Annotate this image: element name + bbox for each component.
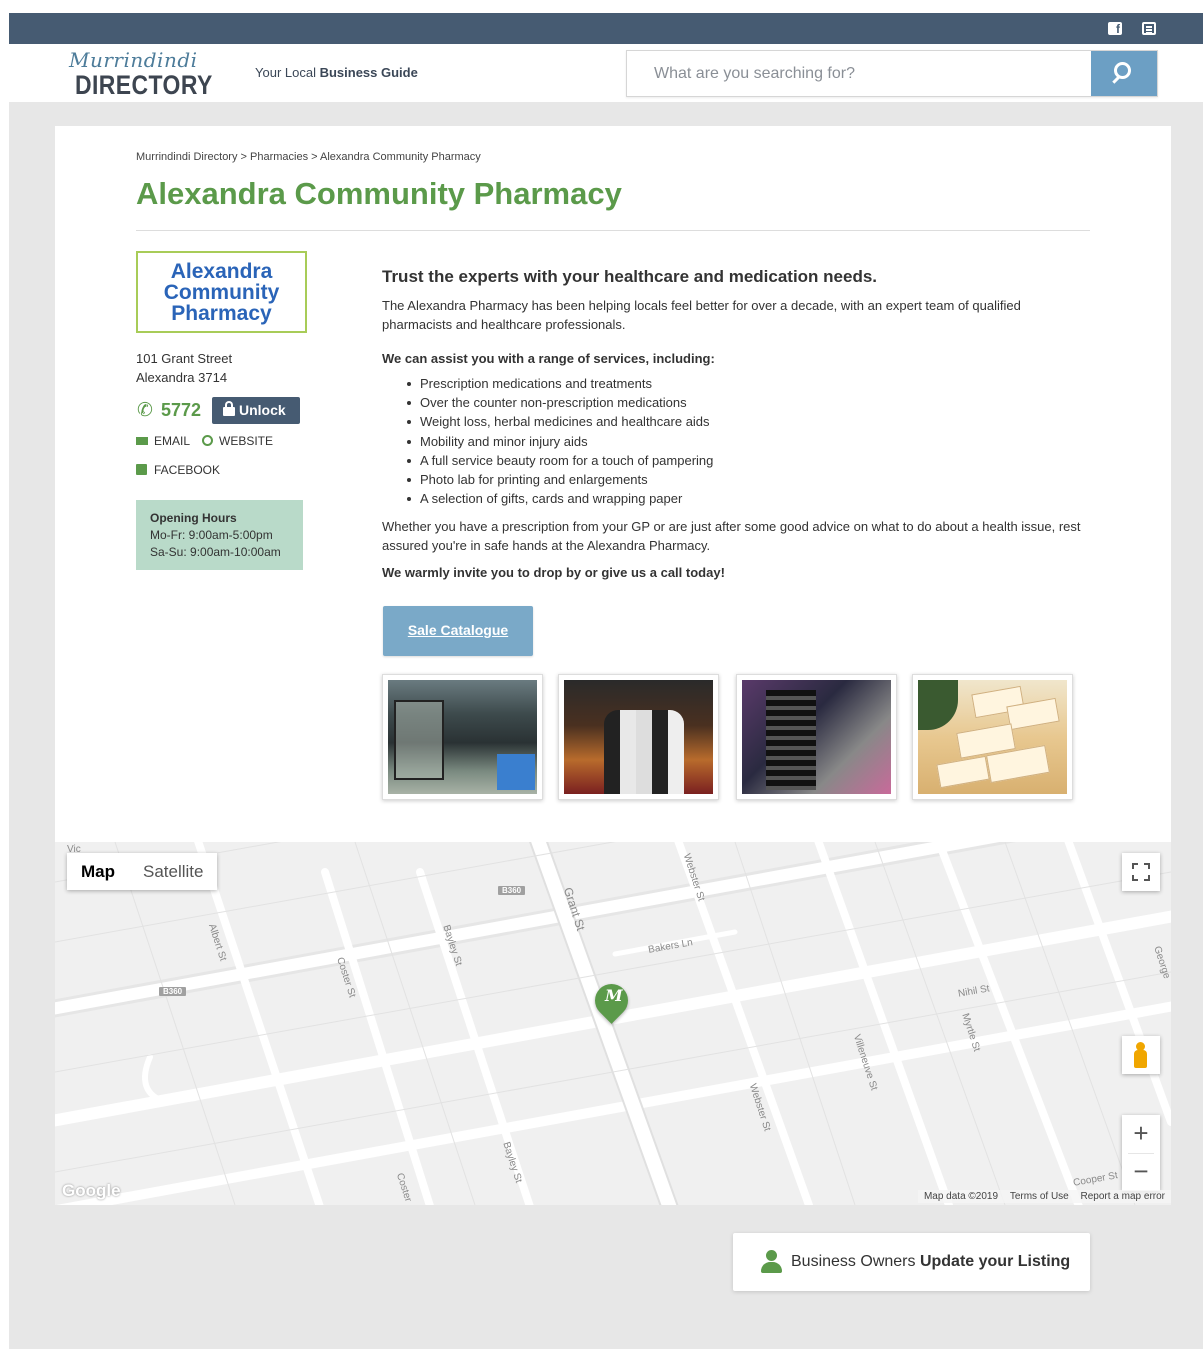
tagline: Your Local Business Guide xyxy=(255,65,418,80)
divider xyxy=(136,230,1090,231)
address-suburb: Alexandra 3714 xyxy=(136,370,228,385)
address: 101 Grant Street Alexandra 3714 xyxy=(136,349,232,387)
website-link[interactable]: WEBSITE xyxy=(202,434,273,448)
map-type-satellite-button[interactable]: Satellite xyxy=(129,853,217,890)
phone-icon: ✆ xyxy=(137,400,153,421)
address-street: 101 Grant Street xyxy=(136,351,233,366)
map-attribution: Map data ©2019 Terms of Use Report a map… xyxy=(917,1190,1171,1203)
logo-script-text: Murrindindi xyxy=(69,48,198,72)
tagline-prefix: Your Local xyxy=(255,65,316,80)
list-item: Photo lab for printing and enlargements xyxy=(404,470,1092,489)
page: f Murrindindi DIRECTORY Your Local Busin… xyxy=(9,13,1203,1349)
map[interactable]: Grant St Webster St Webster St Bakers Ln… xyxy=(55,842,1171,1205)
top-bar: f xyxy=(9,13,1203,44)
description-lead: Trust the experts with your healthcare a… xyxy=(382,267,878,286)
logo-line: Alexandra xyxy=(170,260,273,283)
globe-icon xyxy=(202,435,213,447)
sale-catalogue-button[interactable]: Sale Catalogue xyxy=(383,606,533,656)
facebook-link[interactable]: FACEBOOK xyxy=(136,463,220,477)
facebook-icon xyxy=(136,464,147,476)
description-intro: The Alexandra Pharmacy has been helping … xyxy=(382,298,1021,332)
search-input[interactable] xyxy=(627,51,1091,96)
envelope-icon xyxy=(136,436,148,445)
services-heading: We can assist you with a range of servic… xyxy=(382,351,715,366)
logo-main-text: DIRECTORY xyxy=(75,70,213,100)
description-invite: We warmly invite you to drop by or give … xyxy=(382,565,725,581)
lock-icon xyxy=(223,401,235,416)
fullscreen-button[interactable] xyxy=(1122,853,1160,891)
zoom-out-button[interactable]: − xyxy=(1122,1153,1160,1191)
search-bar xyxy=(626,50,1158,97)
route-shield: B360 xyxy=(498,886,526,895)
newsletter-icon[interactable] xyxy=(1142,22,1156,35)
map-marker-letter: M xyxy=(605,986,623,1005)
tissues-photo xyxy=(918,680,1067,794)
tagline-bold: Business Guide xyxy=(319,65,418,80)
facebook-icon[interactable]: f xyxy=(1108,22,1122,36)
hours-weekend: Sa-Su: 9:00am-10:00am xyxy=(150,545,281,559)
list-item: Prescription medications and treatments xyxy=(404,374,1092,393)
site-header: Murrindindi DIRECTORY Your Local Busines… xyxy=(9,44,1203,102)
gallery-thumbnail[interactable] xyxy=(912,674,1073,800)
shelves-photo xyxy=(742,680,891,794)
logo-line: Community xyxy=(163,281,280,304)
listing-card: Murrindindi Directory > Pharmacies > Ale… xyxy=(55,126,1171,842)
staff-photo xyxy=(564,680,713,794)
logo-line: Pharmacy xyxy=(171,302,272,325)
website-label: WEBSITE xyxy=(219,434,274,448)
report-map-error-link[interactable]: Report a map error xyxy=(1081,1191,1165,1202)
email-link[interactable]: EMAIL xyxy=(136,434,190,448)
street-view-pegman[interactable] xyxy=(1122,1036,1160,1074)
owner-cta-bold: Update your Listing xyxy=(919,1253,1071,1270)
owner-cta-prefix: Business Owners xyxy=(791,1253,916,1270)
search-button[interactable] xyxy=(1091,51,1157,96)
opening-hours: Opening Hours Mo-Fr: 9:00am-5:00pm Sa-Su… xyxy=(136,500,303,570)
description: Trust the experts with your healthcare a… xyxy=(382,267,1092,580)
terms-of-use-link[interactable]: Terms of Use xyxy=(1010,1191,1069,1202)
map-type-map-button[interactable]: Map xyxy=(67,853,129,890)
zoom-control: + − xyxy=(1122,1115,1160,1191)
phone-number: 5772 xyxy=(161,400,202,420)
list-item: Mobility and minor injury aids xyxy=(404,432,1092,451)
map-type-control: Map Satellite xyxy=(67,853,218,890)
site-logo[interactable]: Murrindindi DIRECTORY xyxy=(69,48,212,100)
storefront-photo xyxy=(388,680,537,794)
unlock-phone-button[interactable]: Unlock xyxy=(212,397,300,424)
hours-weekday: Mo-Fr: 9:00am-5:00pm xyxy=(150,528,273,542)
list-item: Over the counter non-prescription medica… xyxy=(404,393,1092,412)
unlock-label: Unlock xyxy=(239,402,286,418)
list-item: A full service beauty room for a touch o… xyxy=(404,451,1092,470)
gallery-thumbnail[interactable] xyxy=(382,674,543,800)
email-label: EMAIL xyxy=(154,434,191,448)
breadcrumb[interactable]: Murrindindi Directory > Pharmacies > Ale… xyxy=(136,151,481,163)
description-closing: Whether you have a prescription from you… xyxy=(382,519,1081,554)
update-listing-button[interactable]: Business Owners Update your Listing xyxy=(733,1233,1090,1291)
map-data-credit: Map data ©2019 xyxy=(923,1191,999,1202)
map-streets xyxy=(55,842,1171,1205)
list-item: A selection of gifts, cards and wrapping… xyxy=(404,489,1092,508)
google-logo[interactable]: Google xyxy=(62,1181,121,1201)
zoom-in-button[interactable]: + xyxy=(1122,1115,1160,1153)
list-item: Weight loss, herbal medicines and health… xyxy=(404,412,1092,431)
hours-title: Opening Hours xyxy=(150,511,237,525)
gallery-thumbnail[interactable] xyxy=(736,674,897,800)
facebook-label: FACEBOOK xyxy=(154,463,221,477)
business-logo: Alexandra Community Pharmacy xyxy=(136,251,307,333)
page-title: Alexandra Community Pharmacy xyxy=(136,176,622,211)
services-list: Prescription medications and treatments … xyxy=(382,374,1092,508)
route-shield: B360 xyxy=(159,987,187,996)
gallery-thumbnail[interactable] xyxy=(558,674,719,800)
